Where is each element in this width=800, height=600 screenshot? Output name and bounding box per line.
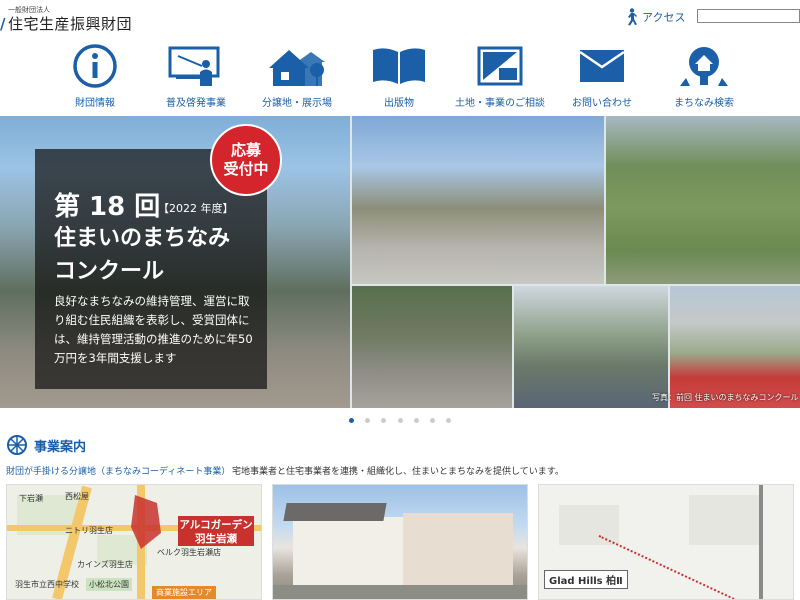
slide-dot[interactable] xyxy=(365,418,371,423)
map-label: 西松屋 xyxy=(65,492,89,501)
entries-open-badge[interactable]: 応募 受付中 xyxy=(210,124,282,196)
map-label: ベルク羽生岩瀬店 xyxy=(157,548,221,557)
slide-dot[interactable] xyxy=(413,418,419,423)
commercial-area-label: 商業施設エリア xyxy=(152,586,216,599)
map-label: 下岩瀬 xyxy=(19,494,43,503)
card-houses-photo[interactable] xyxy=(272,484,528,600)
roof-shape xyxy=(283,503,387,521)
house-facade-shape xyxy=(403,513,513,587)
search-input[interactable] xyxy=(697,9,800,23)
nav-item-promotion[interactable]: 普及啓発事業 xyxy=(146,36,246,116)
slide-dot[interactable] xyxy=(381,418,387,423)
book-icon xyxy=(373,48,425,84)
contest-number: 第 18 回 xyxy=(54,192,161,222)
section-description: 宅地事業者と住宅事業者を連携・組織化し、住まいとまちなみを提供しています。 xyxy=(232,467,564,477)
map-label: ニトリ羽生店 xyxy=(65,526,113,535)
nav-item-subdivisions[interactable]: 分譲地・展示場 xyxy=(247,36,347,116)
park-label: 小松北公園 xyxy=(86,578,132,591)
logo-org-name: / 住宅生産振興財団 xyxy=(0,15,132,33)
slide-dot[interactable] xyxy=(349,418,355,423)
photo-aerial-neighborhood xyxy=(606,116,800,284)
nav-item-contact[interactable]: お問い合わせ xyxy=(552,36,652,116)
slide-dot[interactable] xyxy=(445,418,451,423)
nav-item-consultation[interactable]: 土地・事業のご相談 xyxy=(450,36,550,116)
photo-flower-bed xyxy=(670,286,800,408)
contest-title-line2: コンクール xyxy=(54,259,165,284)
presentation-icon xyxy=(168,46,220,86)
nav-label: 土地・事業のご相談 xyxy=(455,98,545,109)
badge-line1: 応募 xyxy=(230,141,261,159)
photo-children-street xyxy=(352,116,604,284)
nav-item-publications[interactable]: 出版物 xyxy=(349,36,449,116)
slide-dot[interactable] xyxy=(397,418,403,423)
nav-label: 財団情報 xyxy=(75,98,115,109)
section-heading: 事業案内 xyxy=(6,434,86,456)
walking-person-icon xyxy=(628,8,637,26)
photo-solar-rooftops xyxy=(514,286,668,408)
slide-dot[interactable] xyxy=(429,418,435,423)
nav-item-foundation-info[interactable]: 財団情報 xyxy=(45,36,145,116)
envelope-icon xyxy=(579,50,625,82)
contest-title-line1: 住まいのまちなみ xyxy=(54,226,231,251)
main-nav: 財団情報 普及啓発事業 分譲地・展示場 出版物 土地・事業のご相談 お問い合わせ… xyxy=(0,36,800,116)
info-icon xyxy=(73,44,117,88)
photo-old-street xyxy=(352,286,512,408)
wheel-icon xyxy=(7,435,27,455)
site-marker-shape xyxy=(131,495,161,549)
map-label: 羽生市立西中学校 xyxy=(15,580,79,589)
nav-label: まちなみ検索 xyxy=(674,98,734,109)
magnifier-house-icon xyxy=(680,47,728,86)
house-icon xyxy=(269,50,325,86)
top-bar: 一般財団法人 / 住宅生産振興財団 アクセス xyxy=(0,0,800,36)
arco-label-line1: アルコガーデン xyxy=(179,519,253,531)
nav-label: 普及啓発事業 xyxy=(166,98,226,109)
arco-garden-label: アルコガーデン 羽生岩瀬 xyxy=(178,516,254,546)
nav-label: 分譲地・展示場 xyxy=(262,98,332,109)
nav-item-townscape-search[interactable]: まちなみ検索 xyxy=(654,36,754,116)
photo-caption: 写真：前回 住まいのまちなみコンクール xyxy=(652,393,799,402)
nav-label: 出版物 xyxy=(384,98,414,109)
arco-label-line2: 羽生岩瀬 xyxy=(195,533,237,545)
contest-description: 良好なまちなみの維持管理、運営に取り組む住民組織を表彰し、受賞団体には、維持管理… xyxy=(54,294,253,365)
map-label: カインズ羽生店 xyxy=(77,560,133,569)
road-shape xyxy=(273,585,527,599)
section-title: 事業案内 xyxy=(34,439,87,455)
slider-pagination xyxy=(0,410,800,423)
glad-hills-label: Glad Hills 柏Ⅱ xyxy=(544,570,628,589)
contest-year: 【2022 年度】 xyxy=(158,202,234,215)
badge-line2: 受付中 xyxy=(223,160,269,178)
nav-label: お問い合わせ xyxy=(572,98,632,109)
consult-icon xyxy=(477,46,523,86)
access-label: アクセス xyxy=(642,11,686,24)
access-link[interactable]: アクセス xyxy=(624,8,685,26)
section-subtitle-link[interactable]: 財団が手掛ける分譲地（まちなみコーディネート事業） xyxy=(6,464,230,477)
